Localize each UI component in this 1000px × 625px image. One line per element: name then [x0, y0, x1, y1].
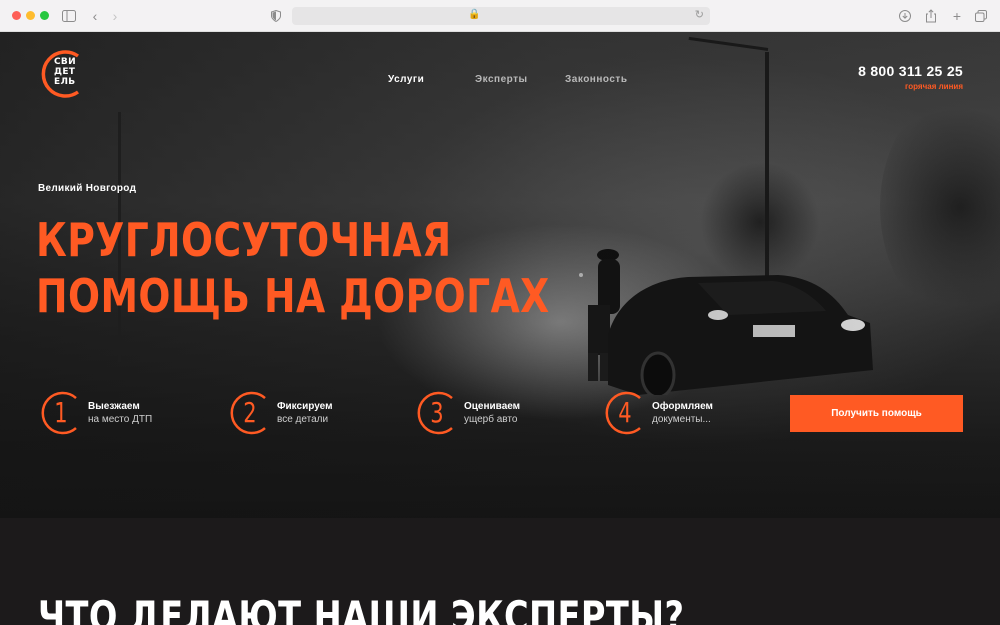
hero-headline: КРУГЛОСУТОЧНАЯ ПОМОЩЬ НА ДОРОГАХ — [36, 212, 550, 324]
logo[interactable]: СВИ ДЕТ ЕЛЬ — [38, 46, 86, 102]
step-subtitle: все детали — [277, 414, 329, 425]
logo-line-2: ДЕТ — [54, 67, 76, 77]
download-icon[interactable] — [898, 7, 912, 25]
close-window-button[interactable] — [12, 11, 21, 20]
browser-toolbar: ‹ › 🔒 ↻ + — [0, 0, 1000, 32]
step-number: 2 — [243, 396, 257, 429]
sidebar-icon[interactable] — [62, 7, 76, 25]
phone-number[interactable]: 8 800 311 25 25 — [858, 63, 963, 79]
headline-line-2: ПОМОЩЬ НА ДОРОГАХ — [36, 269, 550, 323]
step-title: Оцениваем — [464, 401, 521, 412]
reload-icon[interactable]: ↻ — [695, 8, 704, 21]
step-subtitle: ущерб авто — [464, 414, 518, 425]
get-help-button[interactable]: Получить помощь — [790, 395, 963, 432]
nav-link-legality[interactable]: Законность — [565, 74, 627, 85]
step-item: 3 Оцениваем ущерб авто — [414, 390, 554, 438]
share-icon[interactable] — [924, 7, 938, 25]
section-title: ЧТО ДЕЛАЮТ НАШИ ЭКСПЕРТЫ? — [38, 592, 685, 625]
step-item: 4 Оформляем документы... — [602, 390, 742, 438]
back-icon[interactable]: ‹ — [90, 7, 100, 25]
logo-text: СВИ ДЕТ ЕЛЬ — [54, 57, 76, 87]
step-subtitle: на место ДТП — [88, 414, 153, 425]
new-tab-icon[interactable]: + — [950, 7, 964, 25]
lock-icon: 🔒 — [468, 9, 481, 20]
hotline-label: горячая линия — [905, 82, 963, 91]
logo-line-3: ЕЛЬ — [54, 77, 76, 87]
nav-link-services[interactable]: Услуги — [388, 74, 424, 85]
shield-icon[interactable] — [270, 7, 282, 25]
step-title: Выезжаем — [88, 401, 140, 412]
step-title: Оформляем — [652, 401, 713, 412]
step-item: 2 Фиксируем все детали — [227, 390, 367, 438]
step-number: 1 — [54, 396, 68, 429]
step-number: 3 — [430, 396, 444, 429]
city-label: Великий Новгород — [38, 183, 137, 194]
forward-icon[interactable]: › — [110, 7, 120, 25]
maximize-window-button[interactable] — [40, 11, 49, 20]
tabs-icon[interactable] — [974, 7, 988, 25]
headline-line-1: КРУГЛОСУТОЧНАЯ — [36, 213, 452, 267]
logo-line-1: СВИ — [54, 57, 76, 67]
step-subtitle: документы... — [652, 414, 711, 425]
step-title: Фиксируем — [277, 401, 333, 412]
step-item: 1 Выезжаем на место ДТП — [38, 390, 178, 438]
address-bar[interactable]: 🔒 ↻ — [292, 7, 710, 25]
step-number: 4 — [618, 396, 632, 429]
nav-link-experts[interactable]: Эксперты — [475, 74, 528, 85]
minimize-window-button[interactable] — [26, 11, 35, 20]
